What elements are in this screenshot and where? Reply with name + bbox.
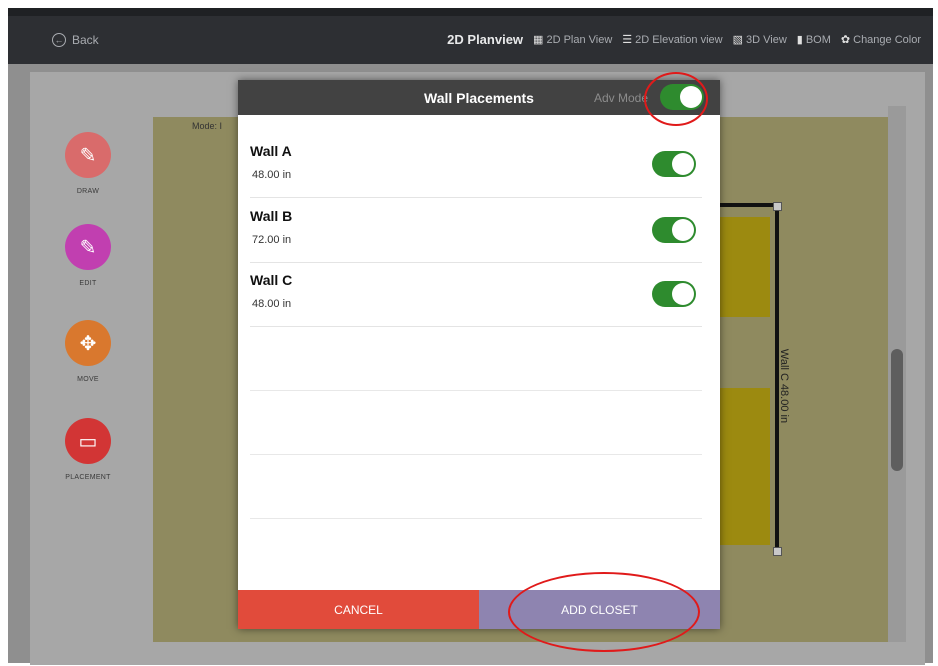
bom-icon: ▮	[796, 34, 803, 46]
wall-row: Wall B 72.00 in	[250, 200, 702, 263]
back-button[interactable]: ← Back	[52, 33, 99, 47]
toggle-knob	[672, 283, 694, 305]
nav-label: Change Color	[853, 33, 921, 46]
elevation-view-icon: ☰	[622, 34, 633, 46]
back-arrow-icon: ←	[52, 33, 66, 47]
tool-move[interactable]: ✥ MOVE	[58, 320, 118, 383]
mode-label: Mode: I	[192, 121, 223, 131]
cancel-button[interactable]: CANCEL	[238, 590, 479, 629]
status-bar	[8, 8, 933, 16]
wall-a-toggle[interactable]	[652, 151, 696, 177]
nav-change-color[interactable]: ✿ Change Color	[840, 33, 921, 47]
empty-row-divider	[250, 390, 702, 391]
nav-label: 3D View	[746, 33, 787, 46]
wall-length: 72.00 in	[252, 234, 292, 246]
move-arrows-icon: ✥	[65, 320, 111, 366]
3d-view-icon: ▧	[732, 34, 744, 46]
tool-placement[interactable]: ▭ PLACEMENT	[58, 418, 118, 481]
empty-row-divider	[250, 454, 702, 455]
wall-name: Wall C	[250, 272, 293, 288]
nav-label: 2D Elevation view	[635, 33, 723, 46]
closet-section[interactable]	[718, 217, 770, 317]
nav-3d-view[interactable]: ▧ 3D View	[732, 33, 787, 47]
nav-label: BOM	[805, 33, 831, 46]
toggle-knob	[672, 219, 694, 241]
wall-handle[interactable]	[773, 202, 782, 211]
wall-name: Wall A	[250, 143, 292, 159]
tool-label: DRAW	[76, 188, 100, 195]
wall-name: Wall B	[250, 208, 293, 224]
view-nav: 2D Planview ▦ 2D Plan View ☰ 2D Elevatio…	[447, 32, 921, 47]
annotation-circle	[644, 72, 708, 126]
nav-label: 2D Plan View	[546, 33, 613, 46]
wall-row: Wall C 48.00 in	[250, 264, 702, 327]
wall-length: 48.00 in	[252, 298, 292, 310]
plan-view-icon: ▦	[533, 34, 544, 46]
tool-label: PLACEMENT	[65, 474, 111, 481]
top-bar: ← Back 2D Planview ▦ 2D Plan View ☰ 2D E…	[8, 8, 933, 64]
nav-2d-elevation-view[interactable]: ☰ 2D Elevation view	[622, 33, 723, 47]
tool-label: EDIT	[79, 280, 97, 287]
closet-section[interactable]	[718, 388, 770, 545]
nav-bom[interactable]: ▮ BOM	[796, 33, 831, 47]
pencil-icon: ✎	[65, 132, 111, 178]
wall-segment[interactable]	[718, 203, 778, 207]
scrollbar-thumb[interactable]	[891, 349, 903, 471]
tool-draw[interactable]: ✎ DRAW	[58, 132, 118, 195]
wall-b-toggle[interactable]	[652, 217, 696, 243]
palette-icon: ✿	[840, 34, 851, 46]
placement-icon: ▭	[65, 418, 111, 464]
tool-label: MOVE	[77, 376, 99, 383]
nav-2d-plan-view[interactable]: ▦ 2D Plan View	[533, 33, 613, 47]
wall-c-dimension-label: Wall C 48.00 in	[778, 348, 791, 424]
annotation-circle	[508, 572, 700, 652]
adv-mode-label: Adv Mode	[594, 91, 649, 105]
wall-c-toggle[interactable]	[652, 281, 696, 307]
ruler-icon: ✎	[65, 224, 111, 270]
wall-row: Wall A 48.00 in	[250, 135, 702, 198]
wall-length: 48.00 in	[252, 169, 292, 181]
empty-row-divider	[250, 518, 702, 519]
back-label: Back	[72, 33, 99, 47]
wall-placements-dialog: Wall Placements Adv Mode Wall A 48.00 in…	[238, 80, 720, 629]
tool-edit[interactable]: ✎ EDIT	[58, 224, 118, 287]
page-title: 2D Planview	[447, 32, 524, 47]
toggle-knob	[672, 153, 694, 175]
wall-handle[interactable]	[773, 547, 782, 556]
